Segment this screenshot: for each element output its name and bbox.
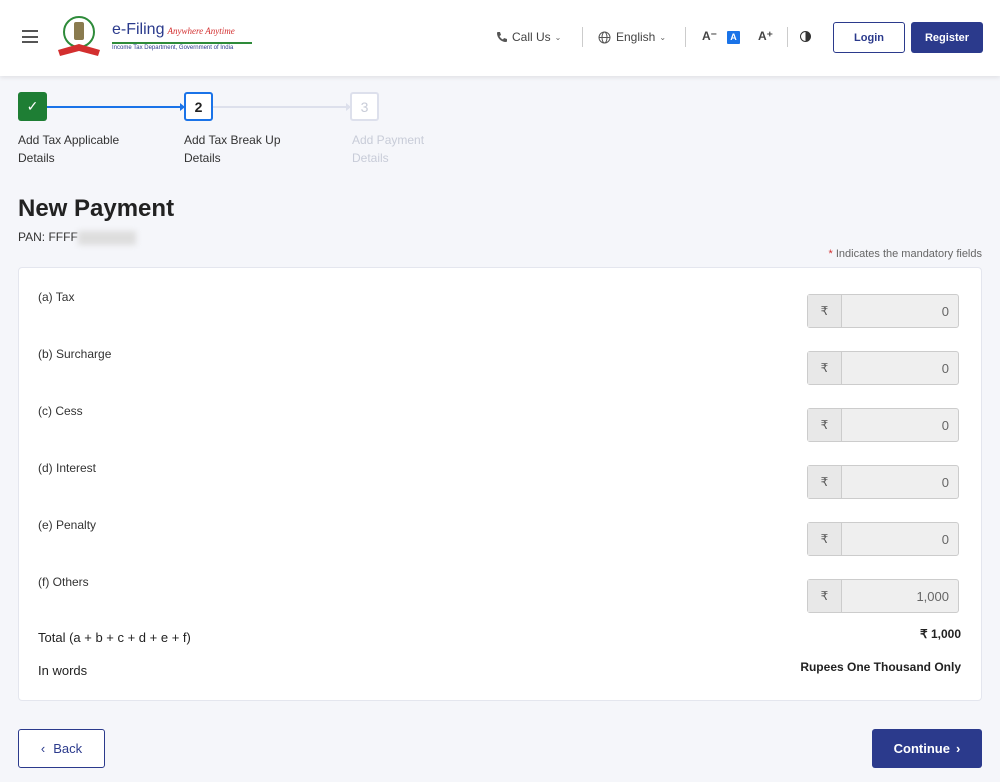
rupee-icon: ₹: [808, 295, 842, 327]
step-2-indicator: 2: [184, 92, 213, 121]
others-amount-input[interactable]: ₹ 1,000: [807, 579, 959, 613]
step-connector: [47, 106, 181, 108]
in-words-value: Rupees One Thousand Only: [800, 660, 961, 674]
tax-label: (a) Tax: [38, 290, 75, 304]
tax-amount-value: 0: [941, 303, 949, 319]
language-label: English: [616, 30, 656, 44]
font-increase-button[interactable]: A⁺: [758, 29, 773, 43]
tax-amount-input[interactable]: ₹ 0: [807, 294, 959, 328]
chevron-down-icon: ⌄: [659, 32, 667, 42]
penalty-label: (e) Penalty: [38, 518, 97, 532]
font-decrease-button[interactable]: A⁻: [702, 29, 717, 43]
logo-tagline: Anywhere Anytime: [167, 26, 235, 36]
total-label: Total (a + b + c + d + e + f): [38, 630, 191, 645]
others-label: (f) Others: [38, 575, 89, 589]
back-label: Back: [53, 741, 83, 756]
pan-redacted: [77, 230, 136, 245]
contrast-toggle-icon[interactable]: [800, 31, 811, 42]
interest-amount-input[interactable]: ₹ 0: [807, 465, 959, 499]
rupee-icon: ₹: [808, 523, 842, 555]
chevron-down-icon: ⌄: [554, 32, 562, 42]
logo-divider: [112, 42, 252, 44]
cess-amount-value: 0: [941, 417, 949, 433]
rupee-icon: ₹: [808, 580, 842, 612]
rupee-icon: ₹: [808, 466, 842, 498]
rupee-icon: ₹: [808, 352, 842, 384]
divider: [787, 27, 788, 47]
required-star: *: [828, 248, 833, 260]
step-connector: [213, 106, 347, 108]
divider: [685, 27, 686, 47]
call-us-dropdown[interactable]: Call Us ⌄: [496, 24, 561, 50]
language-dropdown[interactable]: English ⌄: [598, 24, 666, 50]
chevron-left-icon: ‹: [40, 741, 46, 756]
total-value: ₹ 1,000: [920, 627, 961, 641]
step-1-check-icon: ✓: [18, 92, 47, 121]
surcharge-amount-value: 0: [941, 360, 949, 376]
penalty-amount-input[interactable]: ₹ 0: [807, 522, 959, 556]
surcharge-label: (b) Surcharge: [38, 347, 112, 361]
mandatory-note: * Indicates the mandatory fields: [829, 248, 982, 260]
step-3-indicator: 3: [350, 92, 379, 121]
step-3-label: Add Payment Details: [352, 133, 425, 165]
in-words-label: In words: [38, 663, 88, 678]
emblem-icon: [58, 16, 100, 56]
interest-label: (d) Interest: [38, 461, 97, 475]
back-button[interactable]: ‹ Back: [18, 729, 105, 768]
interest-amount-value: 0: [941, 474, 949, 490]
menu-icon[interactable]: [22, 30, 38, 43]
login-button[interactable]: Login: [833, 22, 905, 53]
step-2-label: Add Tax Break Up Details: [184, 133, 281, 165]
divider: [582, 27, 583, 47]
pan-info: PAN: FFFF: [18, 230, 136, 245]
logo-subtitle: Income Tax Department, Government of Ind…: [112, 45, 234, 51]
surcharge-amount-input[interactable]: ₹ 0: [807, 351, 959, 385]
others-amount-value: 1,000: [916, 588, 949, 604]
cess-amount-input[interactable]: ₹ 0: [807, 408, 959, 442]
page-title: New Payment: [18, 195, 175, 222]
continue-button[interactable]: Continue ›: [872, 729, 982, 768]
mandatory-text: Indicates the mandatory fields: [835, 248, 982, 260]
pan-label: PAN: FFFF: [18, 230, 78, 244]
font-normal-button[interactable]: A: [727, 31, 740, 44]
register-button[interactable]: Register: [911, 22, 983, 53]
chevron-right-icon: ›: [955, 741, 961, 756]
top-header: e-Filing Anywhere Anytime Income Tax Depa…: [0, 0, 1000, 76]
continue-label: Continue: [893, 741, 950, 756]
cess-label: (c) Cess: [38, 404, 83, 418]
rupee-icon: ₹: [808, 409, 842, 441]
globe-icon: [598, 31, 611, 43]
penalty-amount-value: 0: [941, 531, 949, 547]
logo-title: e-Filing: [112, 21, 165, 38]
phone-icon: [497, 32, 507, 42]
step-1-label: Add Tax Applicable Details: [18, 133, 120, 165]
efiling-logo[interactable]: e-Filing Anywhere Anytime Income Tax Depa…: [52, 14, 252, 62]
call-us-label: Call Us: [512, 30, 551, 44]
